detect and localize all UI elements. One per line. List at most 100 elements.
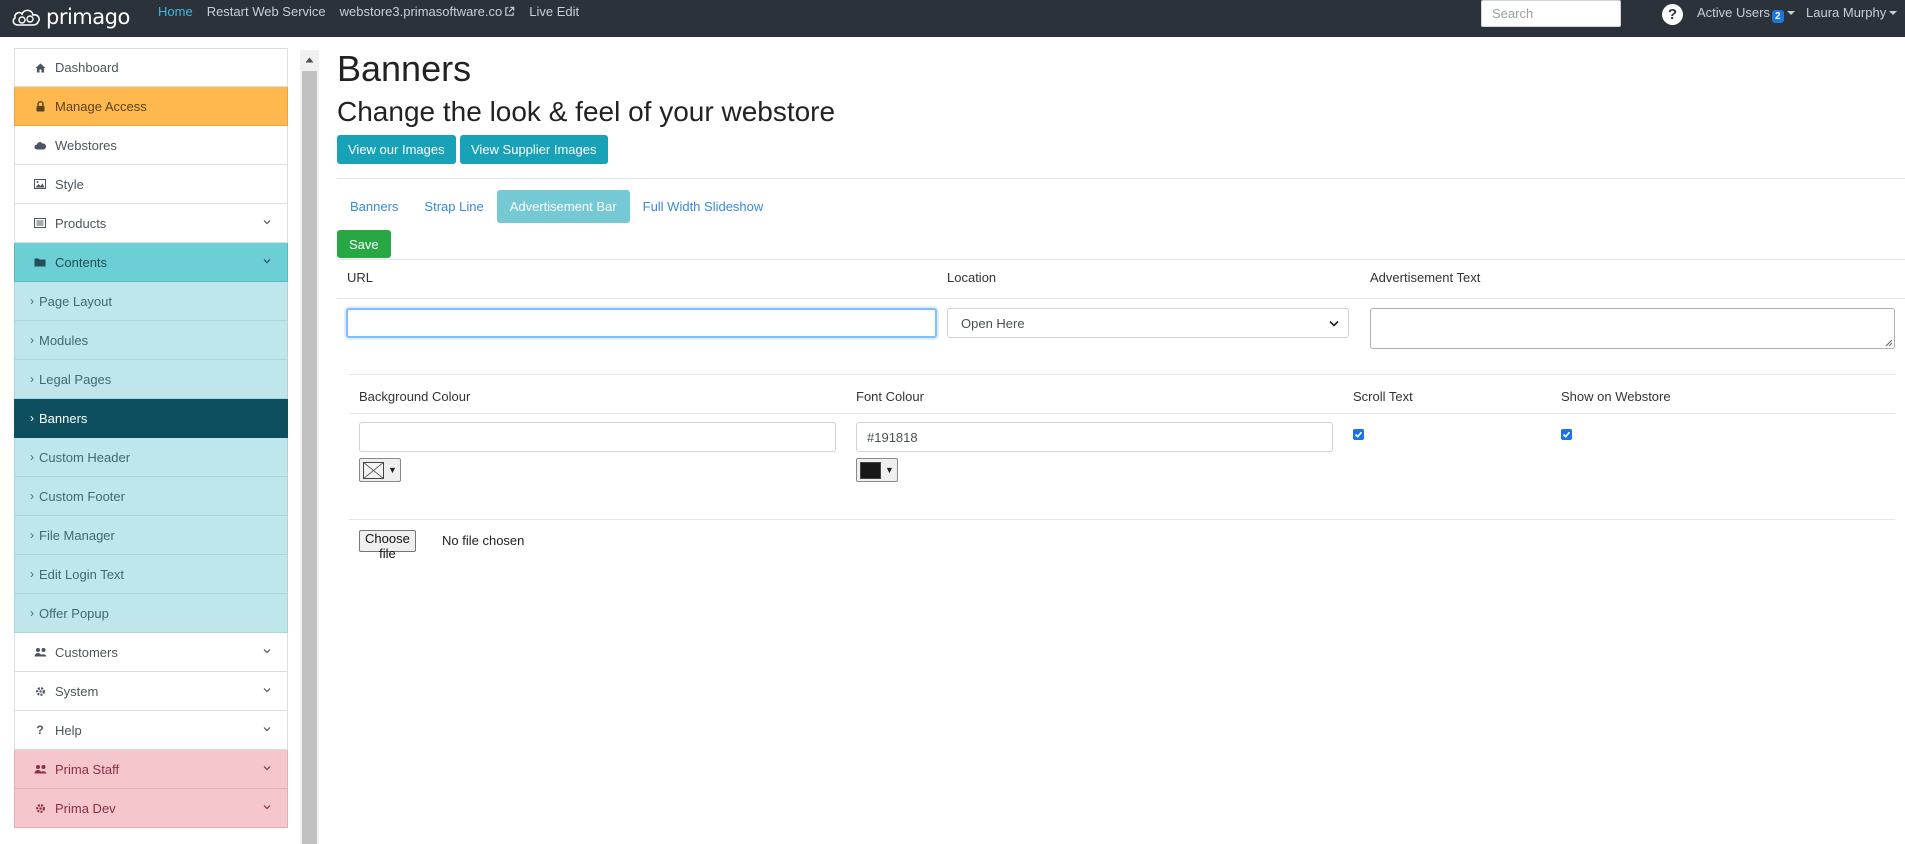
location-selected-value: Open Here [961, 315, 1025, 331]
checkmark-icon [1354, 431, 1363, 438]
nav-restart-web-service-link[interactable]: Restart Web Service [207, 4, 326, 19]
help-question-icon[interactable]: ? [1662, 4, 1683, 25]
dropdown-triangle-icon: ▼ [388, 465, 397, 475]
user-menu-dropdown[interactable]: Laura Murphy [1806, 5, 1898, 20]
user-name: Laura Murphy [1806, 5, 1887, 20]
question-icon: ? [36, 723, 44, 737]
view-supplier-images-button[interactable]: View Supplier Images [460, 135, 608, 164]
home-icon [33, 63, 47, 73]
show-on-webstore-checkbox[interactable] [1561, 429, 1572, 440]
choose-file-button[interactable]: Choose file [359, 530, 416, 561]
sidebar-item-contents[interactable]: Contents [14, 243, 288, 282]
scroll-text-column-header: Scroll Text [1353, 389, 1413, 404]
nav-links: Home Restart Web Service webstore3.prima… [158, 4, 579, 19]
scroll-text-checkbox[interactable] [1353, 429, 1364, 440]
chevron-right-icon: › [30, 450, 34, 464]
sidebar-item-label: Modules [39, 332, 89, 348]
chevron-down-icon [263, 259, 271, 264]
divider [337, 259, 1905, 260]
active-users-count-badge: 2 [1771, 10, 1784, 23]
view-our-images-button[interactable]: View our Images [337, 135, 456, 164]
sidebar-item-products[interactable]: Products [14, 204, 288, 243]
chevron-down-icon [263, 766, 271, 771]
background-colour-column-header: Background Colour [359, 389, 471, 404]
url-input[interactable] [346, 308, 937, 338]
nav-webstore-link[interactable]: webstore3.primasoftware.co [340, 4, 516, 19]
sidebar-item-label: Webstores [55, 137, 117, 153]
sidebar-item-edit-login-text[interactable]: › Edit Login Text [14, 555, 288, 594]
caret-down-icon [1889, 11, 1898, 15]
font-colour-input[interactable] [856, 422, 1333, 452]
background-colour-picker[interactable]: ▼ [359, 458, 401, 482]
advertisement-text-textarea[interactable] [1370, 308, 1895, 349]
chevron-right-icon: › [30, 567, 34, 581]
sidebar-item-offer-popup[interactable]: › Offer Popup [14, 594, 288, 633]
sidebar-item-label: Offer Popup [39, 605, 109, 621]
sidebar-item-prima-dev[interactable]: Prima Dev [14, 789, 288, 828]
brand-logo[interactable]: primago [10, 4, 130, 30]
active-users-label: Active Users [1697, 5, 1770, 20]
sidebar-item-file-manager[interactable]: › File Manager [14, 516, 288, 555]
sidebar-item-banners[interactable]: › Banners [14, 399, 288, 438]
scroll-thumb[interactable] [302, 71, 317, 844]
show-on-webstore-column-header: Show on Webstore [1561, 389, 1671, 404]
sidebar-item-customers[interactable]: Customers [14, 633, 288, 672]
cloud-logo-icon [12, 9, 40, 26]
dropdown-triangle-icon: ▼ [885, 465, 894, 475]
gear-icon [33, 803, 47, 814]
chevron-down-icon [263, 220, 271, 225]
tab-advertisement-bar[interactable]: Advertisement Bar [496, 190, 630, 223]
checkmark-icon [1562, 431, 1571, 438]
background-colour-input[interactable] [359, 422, 836, 452]
search-input[interactable] [1481, 0, 1621, 27]
chevron-right-icon: › [30, 411, 34, 425]
save-button[interactable]: Save [337, 230, 391, 258]
tab-strap-line[interactable]: Strap Line [411, 190, 496, 223]
sidebar-item-label: Prima Dev [55, 800, 116, 816]
lock-icon [33, 100, 47, 112]
sidebar-item-style[interactable]: Style [14, 165, 288, 204]
cloud-icon [33, 141, 47, 150]
sidebar-item-page-layout[interactable]: › Page Layout [14, 282, 288, 321]
webstore-link-label: webstore3.primasoftware.co [339, 4, 503, 19]
chevron-right-icon: › [30, 489, 34, 503]
chevron-right-icon: › [30, 606, 34, 620]
sidebar-item-custom-header[interactable]: › Custom Header [14, 438, 288, 477]
brand-name: primago [46, 5, 130, 29]
sidebar-item-label: Customers [55, 644, 118, 660]
sidebar-item-label: File Manager [39, 527, 115, 543]
sidebar-item-system[interactable]: System [14, 672, 288, 711]
sidebar-item-label: Legal Pages [39, 371, 112, 387]
sidebar-item-label: Dashboard [55, 60, 119, 75]
sidebar-item-help[interactable]: ? Help [14, 711, 288, 750]
nav-live-edit-link[interactable]: Live Edit [529, 4, 579, 19]
sidebar-item-webstores[interactable]: Webstores [14, 126, 288, 165]
sidebar-item-custom-footer[interactable]: › Custom Footer [14, 477, 288, 516]
sidebar-scrollbar[interactable] [300, 50, 319, 844]
tab-banners[interactable]: Banners [337, 190, 411, 223]
sidebar-item-manage-access[interactable]: Manage Access [14, 87, 288, 126]
chevron-down-icon [263, 727, 271, 732]
sidebar-item-legal-pages[interactable]: › Legal Pages [14, 360, 288, 399]
resize-grip-icon[interactable] [1884, 338, 1893, 347]
sidebar-item-dashboard[interactable]: Dashboard [14, 48, 288, 87]
tab-full-width-slideshow[interactable]: Full Width Slideshow [630, 190, 777, 223]
font-colour-picker[interactable]: ▼ [856, 458, 898, 482]
scroll-up-arrow-icon[interactable] [300, 50, 319, 70]
sidebar-item-modules[interactable]: › Modules [14, 321, 288, 360]
chevron-right-icon: › [30, 528, 34, 542]
divider [349, 519, 1895, 520]
active-users-dropdown[interactable]: Active Users 2 [1697, 5, 1795, 23]
sidebar-item-label: Style [55, 176, 84, 192]
nav-home-link[interactable]: Home [158, 4, 193, 19]
location-select[interactable]: Open Here [947, 308, 1349, 338]
advertisement-text-column-header: Advertisement Text [1370, 270, 1481, 285]
sidebar-item-prima-staff[interactable]: Prima Staff [14, 750, 288, 789]
chevron-down-icon [263, 805, 271, 810]
users-icon [33, 764, 47, 774]
gear-icon [33, 686, 47, 697]
sidebar-item-label: Products [55, 215, 107, 231]
divider [349, 374, 1895, 375]
divider [337, 178, 1905, 179]
no-colour-swatch-icon [363, 461, 384, 479]
